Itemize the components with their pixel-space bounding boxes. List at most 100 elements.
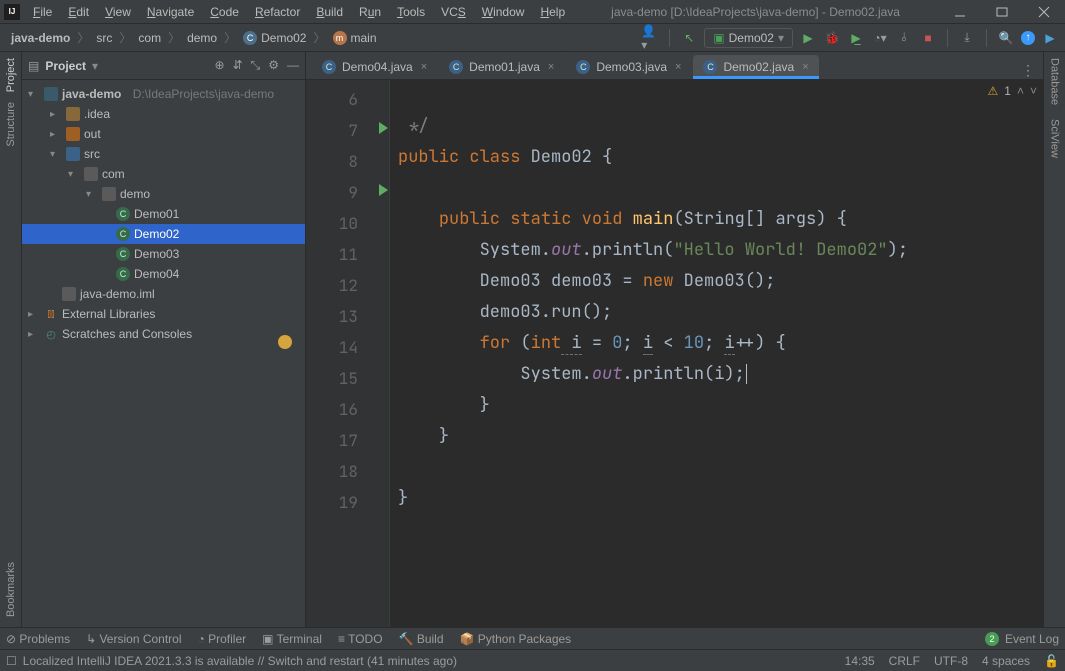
code-line: } xyxy=(398,487,408,509)
attach-button[interactable]: ⫰ xyxy=(895,29,913,47)
nav-crumb-method[interactable]: mmain xyxy=(328,29,382,47)
tool-sciview-tab[interactable]: SciView xyxy=(1049,119,1061,158)
tree-row-demo[interactable]: ▾ demo xyxy=(22,184,305,204)
tool-terminal[interactable]: ▣ Terminal xyxy=(262,632,322,646)
readonly-lock-icon[interactable]: 🔓 xyxy=(1044,654,1059,668)
profile-button[interactable]: ◔▾ xyxy=(871,29,889,47)
chevron-down-icon: ▾ xyxy=(50,149,62,160)
nav-crumb-class[interactable]: CDemo02 xyxy=(238,29,311,47)
source-folder-icon xyxy=(66,147,80,161)
tree-row-class[interactable]: C Demo02 xyxy=(22,224,305,244)
vcs-update-button[interactable]: ⤓ xyxy=(958,29,976,47)
tree-label: com xyxy=(102,167,125,181)
run-button[interactable]: ▶ xyxy=(799,29,817,47)
project-header-title[interactable]: Project xyxy=(45,59,86,73)
select-opened-file-icon[interactable]: ⊕ xyxy=(215,58,225,73)
editor-tab[interactable]: C Demo01.java × xyxy=(439,55,564,79)
tool-build[interactable]: 🔨 Build xyxy=(399,632,444,646)
close-tab-icon[interactable]: × xyxy=(419,61,427,73)
tree-label: java-demo xyxy=(62,87,121,101)
nav-crumb-com[interactable]: com xyxy=(133,29,166,47)
close-tab-icon[interactable]: × xyxy=(800,61,808,73)
menu-window[interactable]: Window xyxy=(475,2,532,22)
tool-todo[interactable]: ≡ TODO xyxy=(338,632,383,646)
code-editor[interactable]: ⚠ 1 ˄ ˅ 6 7 8 9 10 11 12 13 14 15 16 17 … xyxy=(306,80,1043,627)
tree-row-class[interactable]: C Demo01 xyxy=(22,204,305,224)
user-add-icon[interactable]: 👤▾ xyxy=(641,29,659,47)
status-encoding[interactable]: UTF-8 xyxy=(934,654,968,668)
menu-navigate[interactable]: Navigate xyxy=(140,2,201,22)
gear-icon[interactable]: ⚙ xyxy=(268,58,279,73)
java-file-icon: C xyxy=(449,60,463,74)
tree-row-src[interactable]: ▾ src xyxy=(22,144,305,164)
nav-crumb-project[interactable]: java-demo xyxy=(6,29,75,47)
tabs-more[interactable]: ⋮ xyxy=(821,62,1043,79)
menu-code[interactable]: Code xyxy=(203,2,246,22)
menu-edit[interactable]: Edit xyxy=(61,2,96,22)
tool-project-tab[interactable]: Project xyxy=(5,58,17,92)
build-hammer-icon[interactable]: ↖ xyxy=(680,29,698,47)
line-number: 19 xyxy=(306,487,358,518)
tool-structure-tab[interactable]: Structure xyxy=(5,102,17,147)
fold-gutter[interactable] xyxy=(366,80,390,627)
tree-row-class[interactable]: C Demo03 xyxy=(22,244,305,264)
editor-tab-active[interactable]: C Demo02.java × xyxy=(693,55,818,79)
code-text[interactable]: */ public class Demo02 { public static v… xyxy=(390,80,1043,627)
collapse-all-icon[interactable]: ⤡ xyxy=(251,58,261,73)
menu-help[interactable]: Help xyxy=(533,2,572,22)
debug-button[interactable]: 🐞 xyxy=(823,29,841,47)
maximize-button[interactable] xyxy=(981,0,1023,24)
nav-crumb-src[interactable]: src xyxy=(91,29,117,47)
code-with-me-icon[interactable]: ▶ xyxy=(1041,29,1059,47)
tree-row-com[interactable]: ▾ com xyxy=(22,164,305,184)
menu-run[interactable]: Run xyxy=(352,2,388,22)
run-config-selector[interactable]: ▣ Demo02 ▾ xyxy=(704,28,793,48)
quick-access-icon[interactable]: ☐ xyxy=(6,654,17,668)
stop-button[interactable]: ■ xyxy=(919,29,937,47)
menu-refactor[interactable]: Refactor xyxy=(248,2,307,22)
menu-tools[interactable]: Tools xyxy=(390,2,432,22)
editor-tab[interactable]: C Demo03.java × xyxy=(566,55,691,79)
minimize-button[interactable] xyxy=(939,0,981,24)
tree-row-scratches[interactable]: ▸ ◴ Scratches and Consoles xyxy=(22,324,305,344)
expand-all-icon[interactable]: ⇵ xyxy=(233,58,243,73)
close-button[interactable] xyxy=(1023,0,1065,24)
close-tab-icon[interactable]: × xyxy=(546,61,554,73)
status-message[interactable]: Localized IntelliJ IDEA 2021.3.3 is avai… xyxy=(23,654,457,668)
tool-profiler[interactable]: ◔ Profiler xyxy=(198,632,247,646)
status-indent[interactable]: 4 spaces xyxy=(982,654,1030,668)
tree-row-idea[interactable]: ▸ .idea xyxy=(22,104,305,124)
tree-row-iml[interactable]: java-demo.iml xyxy=(22,284,305,304)
run-gutter-icon[interactable] xyxy=(379,122,388,134)
intention-bulb-icon[interactable] xyxy=(278,335,292,349)
class-icon: C xyxy=(116,267,130,281)
update-available-icon[interactable]: ↑ xyxy=(1021,31,1035,45)
tree-row-root[interactable]: ▾ java-demo D:\IdeaProjects\java-demo xyxy=(22,84,305,104)
run-gutter-icon[interactable] xyxy=(379,184,388,196)
editor-tab[interactable]: C Demo04.java × xyxy=(312,55,437,79)
status-eol[interactable]: CRLF xyxy=(889,654,920,668)
right-tool-stripe: Database SciView xyxy=(1043,52,1065,627)
coverage-button[interactable]: ▶̲ xyxy=(847,29,865,47)
tool-database-tab[interactable]: Database xyxy=(1049,58,1061,105)
tab-label: Demo03.java xyxy=(596,60,667,74)
tree-row-out[interactable]: ▸ out xyxy=(22,124,305,144)
menu-vcs[interactable]: VCS xyxy=(434,2,473,22)
search-everywhere-button[interactable]: 🔍 xyxy=(997,29,1015,47)
menu-view[interactable]: View xyxy=(98,2,138,22)
tool-python-packages[interactable]: 📦 Python Packages xyxy=(460,632,572,646)
tool-version-control[interactable]: ↳ Version Control xyxy=(86,632,181,646)
nav-crumb-demo[interactable]: demo xyxy=(182,29,222,47)
tree-row-external-libraries[interactable]: ▸ ⫾⫾ External Libraries xyxy=(22,304,305,324)
menu-build[interactable]: Build xyxy=(309,2,350,22)
class-icon: C xyxy=(116,247,130,261)
hide-panel-icon[interactable]: — xyxy=(287,58,299,73)
chevron-down-icon[interactable]: ▾ xyxy=(92,59,98,73)
project-tree[interactable]: ▾ java-demo D:\IdeaProjects\java-demo ▸ … xyxy=(22,80,305,627)
menu-file[interactable]: File xyxy=(26,2,59,22)
close-tab-icon[interactable]: × xyxy=(673,61,681,73)
tool-event-log[interactable]: 2 Event Log xyxy=(985,632,1059,646)
tool-problems[interactable]: ⊘ Problems xyxy=(6,632,70,646)
tool-bookmarks-tab[interactable]: Bookmarks xyxy=(5,562,17,617)
tree-row-class[interactable]: C Demo04 xyxy=(22,264,305,284)
